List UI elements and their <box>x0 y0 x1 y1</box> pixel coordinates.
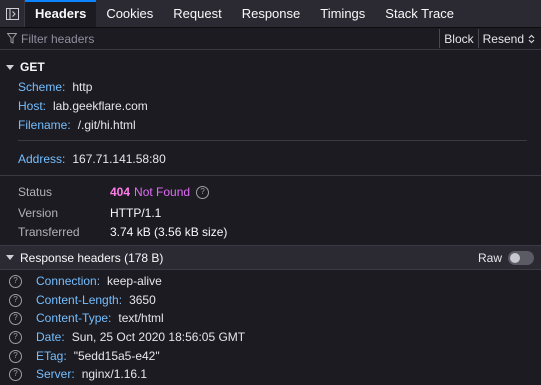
header-value: nginx/1.16.1 <box>81 367 148 381</box>
help-icon[interactable]: ? <box>9 311 22 325</box>
help-icon[interactable]: ? <box>9 367 22 381</box>
status-row: Status 404 Not Found ? <box>0 185 541 201</box>
block-button-label: Block <box>444 31 474 46</box>
header-value: Sun, 25 Oct 2020 18:56:05 GMT <box>71 330 246 344</box>
header-row-content-length: ? Content-Length: 3650 <box>9 293 156 307</box>
header-row-date: ? Date: Sun, 25 Oct 2020 18:56:05 GMT <box>9 330 245 344</box>
header-value: keep-alive <box>107 274 162 288</box>
address-row: Address: 167.71.141.58:80 <box>18 152 166 166</box>
header-value: "5edd15a5-e42" <box>73 349 160 363</box>
raw-toggle[interactable]: Raw <box>477 250 534 265</box>
scheme-key: Scheme: <box>18 80 66 94</box>
request-method: GET <box>20 60 45 74</box>
scheme-value: http <box>72 80 93 94</box>
header-row-content-type: ? Content-Type: text/html <box>9 311 164 325</box>
resend-button[interactable]: Resend <box>477 29 541 48</box>
chevron-updown-icon <box>528 34 535 43</box>
tab-stack-trace[interactable]: Stack Trace <box>375 0 464 27</box>
address-key: Address: <box>18 152 66 166</box>
header-name: Date: <box>36 330 65 344</box>
header-name: ETag: <box>36 349 67 363</box>
filename-row: Filename: /.git/hi.html <box>18 118 136 132</box>
header-name: Content-Length: <box>36 293 123 307</box>
filename-value: /.git/hi.html <box>77 118 136 132</box>
help-icon[interactable]: ? <box>9 330 22 344</box>
block-button[interactable]: Block <box>439 29 477 48</box>
caret-down-icon <box>6 255 14 260</box>
help-icon[interactable]: ? <box>196 185 210 199</box>
status-code: 404 <box>110 185 131 199</box>
transferred-value: 3.74 kB (3.56 kB size) <box>110 225 228 239</box>
filter-headers-input[interactable] <box>17 29 440 48</box>
raw-switch[interactable] <box>508 250 534 265</box>
header-row-etag: ? ETag: "5edd15a5-e42" <box>9 349 160 363</box>
resend-button-label: Resend <box>482 31 524 46</box>
header-value: 3650 <box>129 293 156 307</box>
divider <box>0 175 541 176</box>
request-section-toggle[interactable]: GET <box>0 60 541 74</box>
help-icon[interactable]: ? <box>9 293 22 307</box>
version-label: Version <box>18 206 59 220</box>
divider <box>18 140 527 141</box>
tab-timings[interactable]: Timings <box>310 0 375 27</box>
filter-bar: Block Resend <box>0 28 541 50</box>
tab-response[interactable]: Response <box>232 0 311 27</box>
transferred-row: Transferred 3.74 kB (3.56 kB size) <box>0 225 541 241</box>
status-text: Not Found <box>134 185 191 199</box>
details-tab-bar: Headers Cookies Request Response Timings… <box>0 0 541 28</box>
sidebar-toggle-icon <box>5 7 19 20</box>
version-row: Version HTTP/1.1 <box>0 206 541 222</box>
transferred-label: Transferred <box>18 225 80 239</box>
host-value: lab.geekflare.com <box>53 99 148 113</box>
scheme-row: Scheme: http <box>18 80 92 94</box>
status-label: Status <box>18 185 53 199</box>
header-row-connection: ? Connection: keep-alive <box>9 274 162 288</box>
help-icon[interactable]: ? <box>9 274 22 288</box>
raw-label: Raw <box>477 250 502 265</box>
header-name: Content-Type: <box>36 311 112 325</box>
address-value: 167.71.141.58:80 <box>72 152 166 166</box>
response-headers-title: Response headers (178 B) <box>20 250 164 265</box>
status-value: 404 Not Found ? <box>110 185 210 199</box>
host-row: Host: lab.geekflare.com <box>18 99 148 113</box>
header-value: text/html <box>118 311 164 325</box>
header-name: Server: <box>36 367 75 381</box>
header-name: Connection: <box>36 274 101 288</box>
divider <box>0 269 541 270</box>
tab-request[interactable]: Request <box>163 0 231 27</box>
filename-key: Filename: <box>18 118 71 132</box>
toggle-sidebar-button[interactable] <box>0 0 25 27</box>
tab-cookies[interactable]: Cookies <box>96 0 163 27</box>
host-key: Host: <box>18 99 47 113</box>
help-icon[interactable]: ? <box>9 349 22 363</box>
caret-down-icon <box>6 64 14 70</box>
header-row-server: ? Server: nginx/1.16.1 <box>9 367 147 381</box>
filter-icon <box>7 33 17 44</box>
tab-headers[interactable]: Headers <box>25 0 97 27</box>
response-headers-toggle[interactable]: Response headers (178 B) Raw <box>0 246 541 269</box>
version-value: HTTP/1.1 <box>110 206 162 220</box>
